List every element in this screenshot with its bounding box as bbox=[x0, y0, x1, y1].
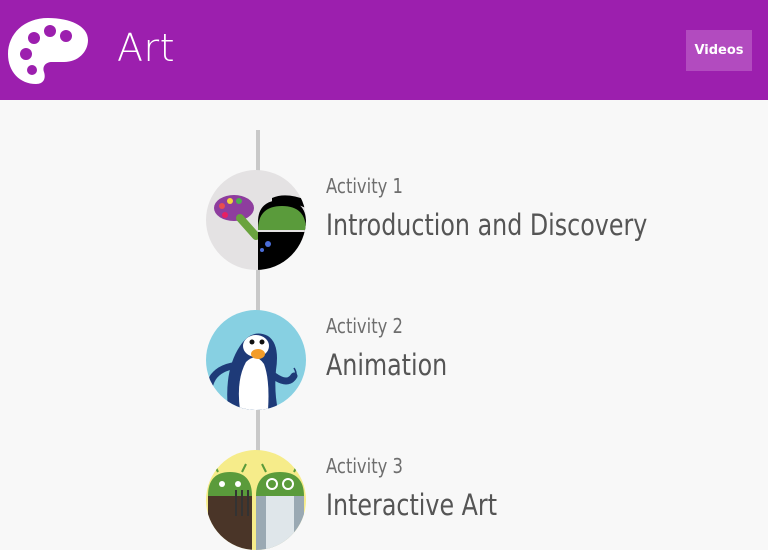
activity-title: Animation bbox=[326, 348, 448, 382]
activity-item-3[interactable]: Activity 3 Interactive Art bbox=[206, 450, 706, 550]
activity-title: Introduction and Discovery bbox=[326, 208, 648, 242]
palette-android-icon bbox=[206, 170, 306, 270]
app-header: Art Videos bbox=[0, 0, 768, 100]
penguin-icon bbox=[206, 310, 306, 410]
android-robots-icon bbox=[206, 450, 306, 550]
activity-title: Interactive Art bbox=[326, 488, 498, 522]
page-title: Art bbox=[117, 26, 176, 70]
activity-item-2[interactable]: Activity 2 Animation bbox=[206, 310, 706, 410]
activity-item-1[interactable]: Activity 1 Introduction and Discovery bbox=[206, 170, 706, 270]
activity-number: Activity 2 bbox=[326, 314, 403, 338]
videos-button[interactable]: Videos bbox=[686, 30, 752, 71]
palette-icon bbox=[8, 18, 88, 84]
activity-number: Activity 1 bbox=[326, 174, 403, 198]
activity-number: Activity 3 bbox=[326, 454, 403, 478]
